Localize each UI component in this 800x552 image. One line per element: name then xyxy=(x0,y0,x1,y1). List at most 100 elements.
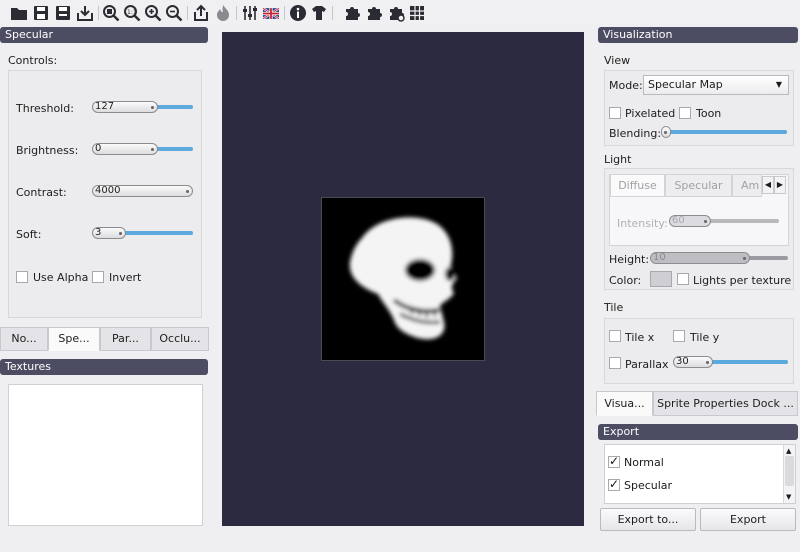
brightness-label: Brightness: xyxy=(16,144,79,157)
puzzle-icon[interactable] xyxy=(342,3,362,23)
tile-label: Tile xyxy=(604,301,624,314)
share-icon[interactable] xyxy=(191,3,211,23)
use-alpha-label: Use Alpha xyxy=(33,271,89,284)
export-icon[interactable] xyxy=(75,3,95,23)
tab-diffuse[interactable]: Diffuse xyxy=(610,174,665,197)
scroll-up-icon[interactable]: ▲ xyxy=(786,447,791,455)
blending-fill xyxy=(661,130,787,134)
pixelated-checkbox[interactable] xyxy=(609,107,621,119)
invert-label: Invert xyxy=(109,271,142,284)
tile-x-label: Tile x xyxy=(625,331,655,344)
brightness-value[interactable]: 0 xyxy=(92,143,158,155)
scroll-down-icon[interactable]: ▼ xyxy=(786,493,791,501)
height-label: Height: xyxy=(609,253,650,266)
parallax-slider[interactable]: 30 xyxy=(673,356,788,368)
height-value[interactable]: 10 xyxy=(650,252,750,264)
svg-text:1:1: 1:1 xyxy=(127,9,137,16)
view-label: View xyxy=(604,54,631,67)
threshold-slider[interactable]: 127 xyxy=(92,101,193,113)
mode-select[interactable]: Specular Map ▼ xyxy=(643,75,789,95)
parallax-label: Parallax xyxy=(625,358,669,371)
visualization-header: Visualization xyxy=(598,27,798,43)
export-normal-label: Normal xyxy=(624,456,664,469)
export-normal-checkbox[interactable] xyxy=(608,454,620,468)
sprite-canvas[interactable] xyxy=(222,32,584,526)
flame-icon[interactable] xyxy=(213,3,233,23)
toon-checkbox[interactable] xyxy=(679,107,691,119)
tab-ambient[interactable]: Am xyxy=(732,174,762,197)
tile-y-checkbox[interactable] xyxy=(673,330,685,342)
blending-slider[interactable] xyxy=(661,126,787,138)
tab-visualization[interactable]: Visua... xyxy=(596,391,653,416)
parallax-checkbox[interactable] xyxy=(609,357,621,369)
light-label: Light xyxy=(604,153,632,166)
controls-label: Controls: xyxy=(8,54,58,67)
puzzle-plus-icon[interactable] xyxy=(364,3,384,23)
export-button[interactable]: Export xyxy=(700,508,796,531)
chevron-down-icon: ▼ xyxy=(775,80,782,89)
export-specular-checkbox[interactable] xyxy=(608,477,620,491)
toon-label: Toon xyxy=(696,107,722,120)
tile-group xyxy=(604,318,794,384)
tab-light-specular[interactable]: Specular xyxy=(665,174,732,197)
contrast-slider[interactable]: 4000 xyxy=(92,185,193,197)
toolbar-separator xyxy=(332,6,333,20)
open-folder-icon[interactable] xyxy=(9,3,29,23)
use-alpha-checkbox[interactable] xyxy=(16,271,28,283)
invert-checkbox[interactable] xyxy=(92,271,104,283)
zoom-in-icon[interactable] xyxy=(143,3,163,23)
textures-header: Textures xyxy=(0,359,208,375)
zoom-fit-icon[interactable] xyxy=(101,3,121,23)
textures-list[interactable] xyxy=(8,384,203,526)
soft-value[interactable]: 3 xyxy=(92,227,126,239)
intensity-value[interactable]: 60 xyxy=(669,215,711,227)
tab-sprite-properties[interactable]: Sprite Properties Dock ... xyxy=(653,391,798,416)
sliders-icon[interactable] xyxy=(240,3,260,23)
tile-y-label: Tile y xyxy=(690,331,720,344)
scrollbar-thumb[interactable] xyxy=(785,456,794,486)
brightness-slider[interactable]: 0 xyxy=(92,143,193,155)
mode-value: Specular Map xyxy=(648,78,723,91)
export-specular-label: Specular xyxy=(624,479,673,492)
blending-label: Blending: xyxy=(609,127,662,140)
light-color-swatch[interactable] xyxy=(650,271,672,287)
grid-icon[interactable] xyxy=(407,3,427,23)
tab-occlusion[interactable]: Occlu... xyxy=(151,327,209,351)
tab-scroll-right-icon[interactable]: ▶ xyxy=(774,176,786,194)
tile-x-checkbox[interactable] xyxy=(609,330,621,342)
lights-per-texture-label: Lights per texture xyxy=(693,274,792,287)
tab-normal[interactable]: No... xyxy=(0,327,48,351)
tab-parallax[interactable]: Par... xyxy=(100,327,151,351)
contrast-label: Contrast: xyxy=(16,186,67,199)
tab-specular[interactable]: Spe... xyxy=(48,327,100,351)
threshold-label: Threshold: xyxy=(16,102,74,115)
uk-flag-icon[interactable] xyxy=(261,3,281,23)
height-slider[interactable]: 10 xyxy=(650,252,788,264)
intensity-slider[interactable]: 60 xyxy=(669,215,779,227)
shirt-icon[interactable] xyxy=(309,3,329,23)
parallax-value[interactable]: 30 xyxy=(673,356,713,368)
mode-label: Mode: xyxy=(609,79,643,92)
toolbar-separator xyxy=(284,6,285,20)
toolbar: 1:1 xyxy=(0,0,800,26)
tab-scroll-left-icon[interactable]: ◀ xyxy=(762,176,774,194)
skull-image xyxy=(349,217,457,340)
export-list-scrollbar[interactable]: ▲ ▼ xyxy=(783,445,795,503)
save-as-icon[interactable] xyxy=(53,3,73,23)
export-header: Export xyxy=(598,424,798,440)
toolbar-separator xyxy=(187,6,188,20)
blending-handle[interactable] xyxy=(661,126,671,138)
intensity-label: Intensity: xyxy=(617,217,668,230)
export-to-button[interactable]: Export to... xyxy=(600,508,696,531)
lights-per-texture-checkbox[interactable] xyxy=(677,273,689,285)
save-icon[interactable] xyxy=(31,3,51,23)
soft-slider[interactable]: 3 xyxy=(92,227,193,239)
puzzle-settings-icon[interactable] xyxy=(386,3,406,23)
zoom-reset-icon[interactable]: 1:1 xyxy=(122,3,142,23)
zoom-out-icon[interactable] xyxy=(164,3,184,23)
color-label: Color: xyxy=(609,274,642,287)
contrast-value[interactable]: 4000 xyxy=(92,185,193,197)
info-icon[interactable] xyxy=(288,3,308,23)
threshold-value[interactable]: 127 xyxy=(92,101,158,113)
export-list[interactable]: Normal Specular ▲ ▼ xyxy=(604,444,796,504)
